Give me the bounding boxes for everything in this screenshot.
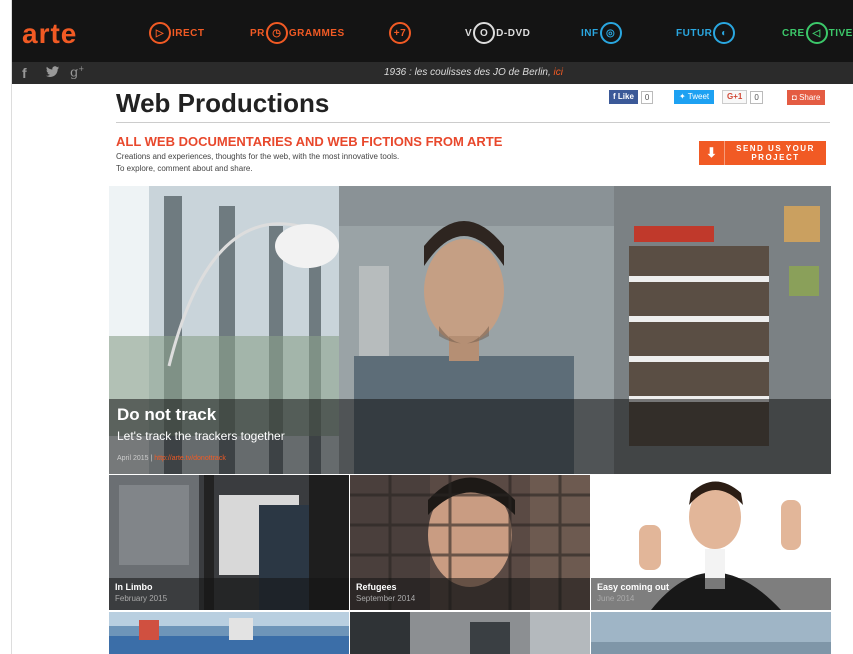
nav-direct-label: IRECT [172,27,205,39]
refugees-date: September 2014 [356,594,416,603]
nav-vod-pre: V [465,27,473,39]
download-arrow-icon: ⬇ [699,141,725,165]
production-card-easy-coming-out[interactable]: Easy coming out June 2014 [591,475,831,610]
description-line-1: Creations and experiences, thoughts for … [116,152,400,161]
refugees-title: Refugees [356,582,397,592]
ticker-link[interactable]: ici [554,67,563,78]
tweet-widget: ✦ Tweet [674,90,715,104]
arte-logo[interactable]: arte [22,18,77,50]
page-frame: arte ▷ IRECT PR ◷ GRAMMES +7 V O D-DVD I… [11,0,853,654]
facebook-like-button[interactable]: f Like [609,90,638,104]
featured-production[interactable]: Do not track Let's track the trackers to… [109,186,831,474]
disc-icon: O [473,22,496,44]
tweet-label: Tweet [687,92,710,101]
gplus-button[interactable]: G+1 [722,90,748,104]
in-limbo-date: February 2015 [115,594,168,603]
plus7-icon: +7 [389,22,411,44]
row2-image-3 [591,612,831,654]
tweet-button[interactable]: ✦ Tweet [674,90,715,104]
featured-title[interactable]: Do not track [117,405,216,425]
clock-icon: ◷ [265,22,288,44]
nav-creative-pre: CRE [782,27,805,39]
nav-info-label: INF [581,27,599,39]
nav-creative-label: TIVE [828,27,853,39]
facebook-like-widget: f Like 0 [609,90,654,104]
nav-vod-dvd[interactable]: V O D-DVD [465,22,530,44]
production-card-row2-1[interactable] [109,612,349,654]
easy-coming-out-date: June 2014 [597,594,635,603]
nav-programmes-pre: PR [250,27,265,39]
top-nav: arte ▷ IRECT PR ◷ GRAMMES +7 V O D-DVD I… [12,0,853,62]
nav-programmes-label: GRAMMES [288,27,345,39]
play-icon: ▷ [149,22,171,44]
nav-info[interactable]: INF ◎ [581,22,623,44]
easy-coming-out-title: Easy coming out [597,582,670,592]
production-card-refugees[interactable]: Refugees September 2014 [350,475,590,610]
send-project-label-line-2: PROJECT [751,153,800,162]
twitter-icon[interactable] [46,66,59,81]
section-heading: ALL WEB DOCUMENTARIES AND WEB FICTIONS F… [116,134,503,149]
gplus-widget: G+1 0 [722,90,763,104]
facebook-like-label: Like [617,92,634,101]
target-icon: ◎ [599,22,622,44]
in-limbo-caption: In Limbo February 2015 [109,578,349,610]
nav-future[interactable]: FUTUR ◐ [676,22,736,44]
share-label: Share [799,93,821,102]
send-project-button[interactable]: ⬇ SEND US YOUR PROJECT [699,141,826,165]
share-button[interactable]: ◘ Share [787,90,826,105]
nav-direct[interactable]: ▷ IRECT [148,22,205,44]
row2-image-2 [350,612,590,654]
featured-caption: Do not track Let's track the trackers to… [109,399,831,474]
page-title: Web Productions [116,88,330,118]
facebook-like-count: 0 [640,90,654,104]
featured-meta: April 2015 | http://arte.tv/donottrack [117,455,226,462]
in-limbo-title: In Limbo [115,582,153,592]
nav-plus7[interactable]: +7 [388,22,412,44]
featured-link[interactable]: http://arte.tv/donottrack [154,455,226,462]
share-icon: ◘ [792,93,800,102]
featured-subtitle: Let's track the trackers together [117,429,285,443]
easy-coming-out-caption: Easy coming out June 2014 [591,578,831,610]
ticker-text: 1936 : les coulisses des JO de Berlin, [384,67,554,78]
nav-vod-label: D-DVD [496,27,531,39]
share-icon: ◁ [805,22,828,44]
row2-image-1 [109,612,349,654]
header-divider [116,122,830,123]
social-bar: f g+ 1936 : les coulisses des JO de Berl… [12,62,853,84]
nav-future-label: FUTUR [676,27,713,39]
nav-programmes[interactable]: PR ◷ GRAMMES [250,22,345,44]
send-project-label: SEND US YOUR PROJECT [725,144,826,162]
production-card-in-limbo[interactable]: In Limbo February 2015 [109,475,349,610]
future-icon: ◐ [713,22,736,44]
description-line-2: To explore, comment about and share. [116,164,253,173]
production-card-row2-2[interactable] [350,612,590,654]
nav-creative[interactable]: CRE ◁ TIVE [782,22,853,44]
news-ticker: 1936 : les coulisses des JO de Berlin, i… [384,67,563,78]
google-plus-icon[interactable]: g+ [70,65,84,80]
gplus-count: 0 [750,90,763,104]
section-description: Creations and experiences, thoughts for … [116,151,399,175]
production-card-row2-3[interactable] [591,612,831,654]
featured-date: April 2015 | [117,455,155,462]
refugees-caption: Refugees September 2014 [350,578,590,610]
send-project-label-line-1: SEND US YOUR [736,144,815,153]
facebook-icon[interactable]: f [22,65,27,81]
twitter-icon: ✦ [679,92,688,101]
